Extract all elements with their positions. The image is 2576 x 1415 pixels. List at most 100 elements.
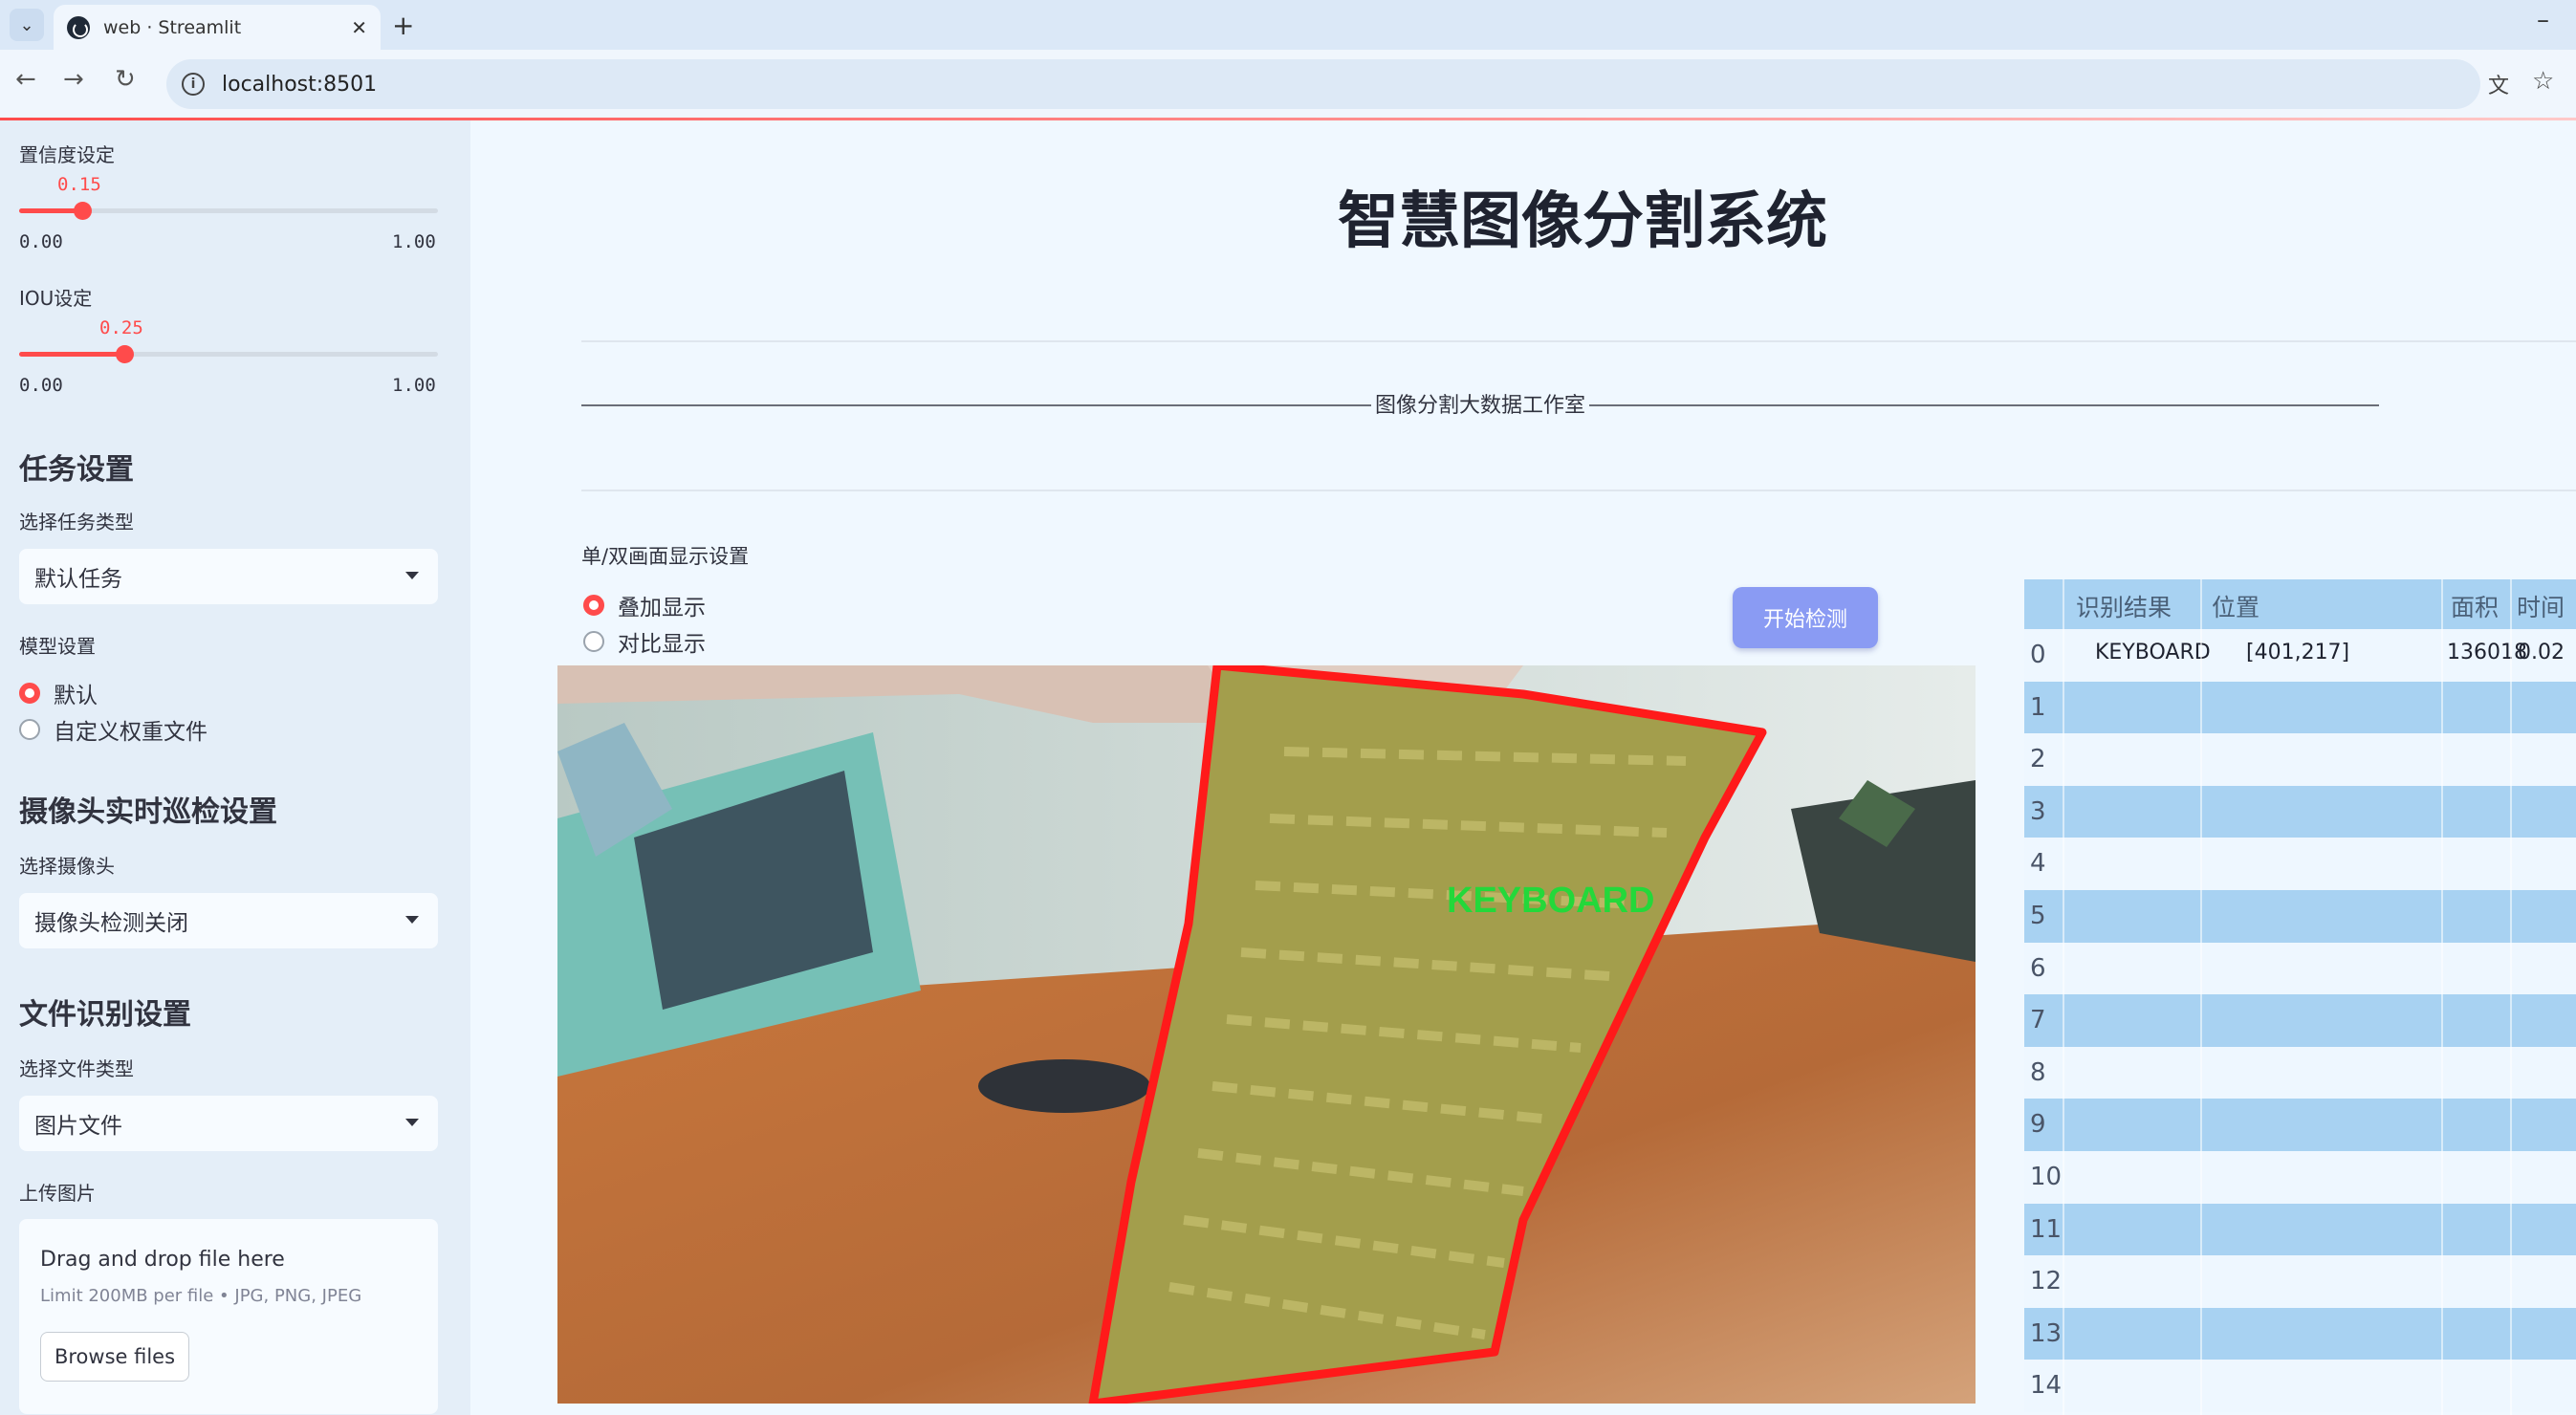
back-icon[interactable]: ← bbox=[15, 65, 36, 94]
row-index: 4 bbox=[2030, 849, 2046, 879]
row-index: 6 bbox=[2030, 953, 2046, 983]
chevron-down-icon bbox=[405, 1119, 419, 1126]
row-index: 12 bbox=[2030, 1267, 2063, 1296]
browser-tab[interactable]: web · Streamlit ✕ bbox=[54, 5, 381, 50]
row-index: 7 bbox=[2030, 1006, 2046, 1035]
row-label: KEYBOARD bbox=[2095, 641, 2211, 664]
table-header: 识别结果 位置 面积 时间 bbox=[2024, 579, 2576, 629]
table-row[interactable]: 14 bbox=[2024, 1360, 2576, 1412]
confidence-value: 0.15 bbox=[57, 174, 101, 195]
model-option-label: 自定义权重文件 bbox=[54, 720, 207, 745]
model-option-default[interactable]: 默认 bbox=[19, 677, 98, 709]
column-header: 面积 bbox=[2451, 594, 2500, 621]
display-option-compare[interactable]: 对比显示 bbox=[583, 625, 706, 658]
file-type-label: 选择文件类型 bbox=[19, 1057, 134, 1080]
confidence-min: 0.00 bbox=[19, 231, 63, 252]
table-row[interactable]: 10 bbox=[2024, 1151, 2576, 1204]
browser-tabstrip: ⌄ web · Streamlit ✕ + – bbox=[0, 0, 2576, 50]
camera-select[interactable]: 摄像头检测关闭 bbox=[19, 893, 438, 948]
dash-line bbox=[1589, 404, 2380, 406]
chevron-down-icon bbox=[405, 572, 419, 579]
display-option-overlay[interactable]: 叠加显示 bbox=[583, 589, 706, 621]
column-header: 位置 bbox=[2212, 594, 2260, 621]
column-header: 时间 bbox=[2517, 594, 2565, 621]
site-info-icon[interactable]: i bbox=[182, 73, 205, 96]
row-index: 5 bbox=[2030, 902, 2046, 930]
detection-image-svg: KEYBOARD bbox=[557, 665, 1976, 1404]
table-row[interactable]: 1 bbox=[2024, 681, 2576, 734]
confidence-slider[interactable] bbox=[19, 202, 438, 220]
radio-unselected-icon[interactable] bbox=[583, 631, 604, 652]
table-row[interactable]: 11 bbox=[2024, 1203, 2576, 1256]
display-mode-label: 单/双画面显示设置 bbox=[581, 545, 750, 568]
table-row[interactable]: 6 bbox=[2024, 942, 2576, 995]
task-type-select[interactable]: 默认任务 bbox=[19, 549, 438, 604]
model-option-custom[interactable]: 自定义权重文件 bbox=[19, 713, 207, 746]
iou-slider-thumb[interactable] bbox=[115, 345, 134, 363]
file-uploader-dropzone[interactable]: Drag and drop file here Limit 200MB per … bbox=[19, 1219, 438, 1414]
camera-value: 摄像头检测关闭 bbox=[34, 911, 188, 936]
radio-selected-icon[interactable] bbox=[583, 595, 604, 616]
table-row[interactable]: 7 bbox=[2024, 994, 2576, 1047]
results-table[interactable]: 识别结果 位置 面积 时间 0 KEYBOARD [401,217] 136018 0.… bbox=[2024, 579, 2576, 1415]
iou-slider[interactable] bbox=[19, 345, 438, 363]
confidence-slider-fill bbox=[19, 208, 82, 213]
address-bar[interactable]: i localhost:8501 bbox=[166, 59, 2480, 109]
table-row[interactable]: 0 KEYBOARD [401,217] 136018 0.02 bbox=[2024, 629, 2576, 682]
divider bbox=[581, 490, 2576, 491]
bookmark-star-icon[interactable]: ☆ bbox=[2532, 67, 2554, 96]
column-divider bbox=[2441, 579, 2443, 1415]
browse-files-button[interactable]: Browse files bbox=[40, 1332, 189, 1382]
column-header: 识别结果 bbox=[2076, 594, 2172, 621]
upload-label: 上传图片 bbox=[19, 1182, 96, 1205]
table-row[interactable]: 13 bbox=[2024, 1307, 2576, 1361]
translate-icon[interactable]: ⽂ bbox=[2488, 69, 2509, 99]
row-index: 9 bbox=[2030, 1110, 2046, 1140]
studio-text: 图像分割大数据工作室 bbox=[1375, 394, 1586, 418]
iou-value: 0.25 bbox=[99, 317, 143, 338]
chevron-down-icon bbox=[405, 916, 419, 924]
task-type-value: 默认任务 bbox=[34, 567, 122, 592]
table-row[interactable]: 12 bbox=[2024, 1255, 2576, 1308]
file-type-value: 图片文件 bbox=[34, 1114, 122, 1139]
radio-unselected-icon[interactable] bbox=[19, 719, 40, 740]
row-area: 136018 bbox=[2447, 641, 2527, 664]
row-index: 2 bbox=[2030, 745, 2046, 774]
browser-toolbar: ← → ↻ i localhost:8501 ⽂ ☆ bbox=[0, 50, 2576, 119]
column-divider bbox=[2063, 579, 2064, 1415]
close-tab-icon[interactable]: ✕ bbox=[351, 16, 367, 39]
table-row[interactable]: 3 bbox=[2024, 785, 2576, 838]
page-title: 智慧图像分割系统 bbox=[1338, 186, 1827, 257]
streamlit-favicon-icon bbox=[67, 15, 90, 39]
radio-selected-icon[interactable] bbox=[19, 683, 40, 704]
forward-icon[interactable]: → bbox=[63, 65, 84, 94]
start-detection-button[interactable]: 开始检测 bbox=[1733, 587, 1878, 648]
row-index: 0 bbox=[2030, 641, 2046, 669]
tab-search-icon[interactable]: ⌄ bbox=[10, 9, 44, 41]
dash-line bbox=[581, 404, 1371, 406]
studio-banner: 图像分割大数据工作室 bbox=[581, 388, 2380, 419]
row-index: 8 bbox=[2030, 1057, 2046, 1087]
reload-icon[interactable]: ↻ bbox=[115, 65, 136, 94]
confidence-slider-thumb[interactable] bbox=[73, 202, 92, 220]
table-row[interactable]: 5 bbox=[2024, 890, 2576, 943]
confidence-max: 1.00 bbox=[392, 231, 436, 252]
table-row[interactable]: 8 bbox=[2024, 1046, 2576, 1099]
new-tab-icon[interactable]: + bbox=[392, 10, 414, 41]
divider bbox=[581, 340, 2576, 342]
file-settings-header: 文件识别设置 bbox=[19, 998, 191, 1032]
camera-settings-header: 摄像头实时巡检设置 bbox=[19, 795, 277, 829]
table-row[interactable]: 2 bbox=[2024, 733, 2576, 786]
file-type-select[interactable]: 图片文件 bbox=[19, 1096, 438, 1151]
table-row[interactable]: 4 bbox=[2024, 838, 2576, 890]
detection-label-text: KEYBOARD bbox=[1447, 881, 1654, 921]
mouse-shape bbox=[978, 1059, 1150, 1113]
minimize-icon[interactable]: – bbox=[2537, 6, 2549, 34]
row-position: [401,217] bbox=[2246, 641, 2350, 664]
row-index: 14 bbox=[2030, 1371, 2063, 1401]
iou-min: 0.00 bbox=[19, 375, 63, 396]
iou-label: IOU设定 bbox=[19, 287, 93, 310]
camera-label: 选择摄像头 bbox=[19, 855, 115, 878]
row-index: 1 bbox=[2030, 692, 2046, 722]
table-row[interactable]: 9 bbox=[2024, 1099, 2576, 1151]
